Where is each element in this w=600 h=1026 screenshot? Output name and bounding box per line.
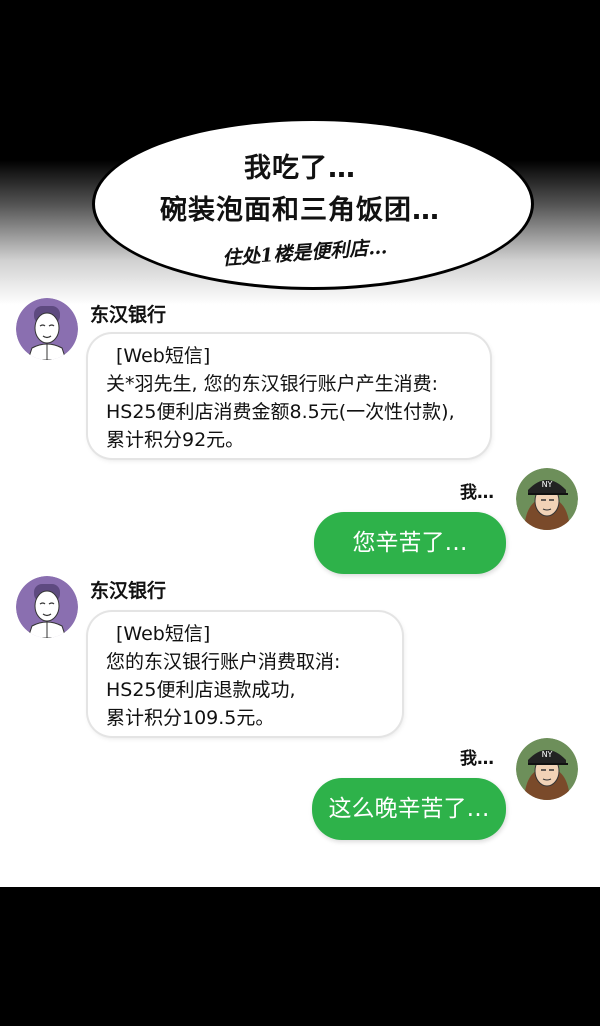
svg-text:NY: NY xyxy=(542,750,553,759)
sms-tag: [Web短信] xyxy=(116,345,211,367)
thought-line-1: 我吃了… xyxy=(244,153,356,184)
sms-bubble: [Web短信] 关*羽先生, 您的东汉银行账户产生消费: HS25便利店消费金额… xyxy=(88,334,490,458)
sms-line: 累计积分109.5元。 xyxy=(106,707,275,729)
svg-text:NY: NY xyxy=(542,480,553,489)
bank-avatar-icon[interactable] xyxy=(16,298,78,360)
user-avatar-icon[interactable]: NY xyxy=(516,738,578,800)
thought-line-2: 碗装泡面和三角饭团… xyxy=(160,195,440,226)
user-avatar-icon[interactable]: NY xyxy=(516,468,578,530)
sms-line: HS25便利店退款成功, xyxy=(106,679,296,701)
sender-name: 东汉银行 xyxy=(90,580,167,602)
me-label: 我… xyxy=(460,749,494,769)
sender-name: 东汉银行 xyxy=(90,304,167,326)
sms-line: 累计积分92元。 xyxy=(106,429,245,451)
sms-line: 关*羽先生, 您的东汉银行账户产生消费: xyxy=(106,373,438,395)
me-label: 我… xyxy=(460,483,494,503)
reply-bubble: 您辛苦了… xyxy=(314,512,506,574)
sms-tag: [Web短信] xyxy=(116,623,211,645)
bank-avatar-icon[interactable] xyxy=(16,576,78,638)
sms-line: 您的东汉银行账户消费取消: xyxy=(106,651,341,673)
sms-line: HS25便利店消费金额8.5元(一次性付款), xyxy=(106,401,455,423)
reply-bubble: 这么晚辛苦了… xyxy=(312,778,506,840)
sms-bubble: [Web短信] 您的东汉银行账户消费取消: HS25便利店退款成功, 累计积分1… xyxy=(88,612,402,736)
bottom-frame xyxy=(0,887,600,1026)
